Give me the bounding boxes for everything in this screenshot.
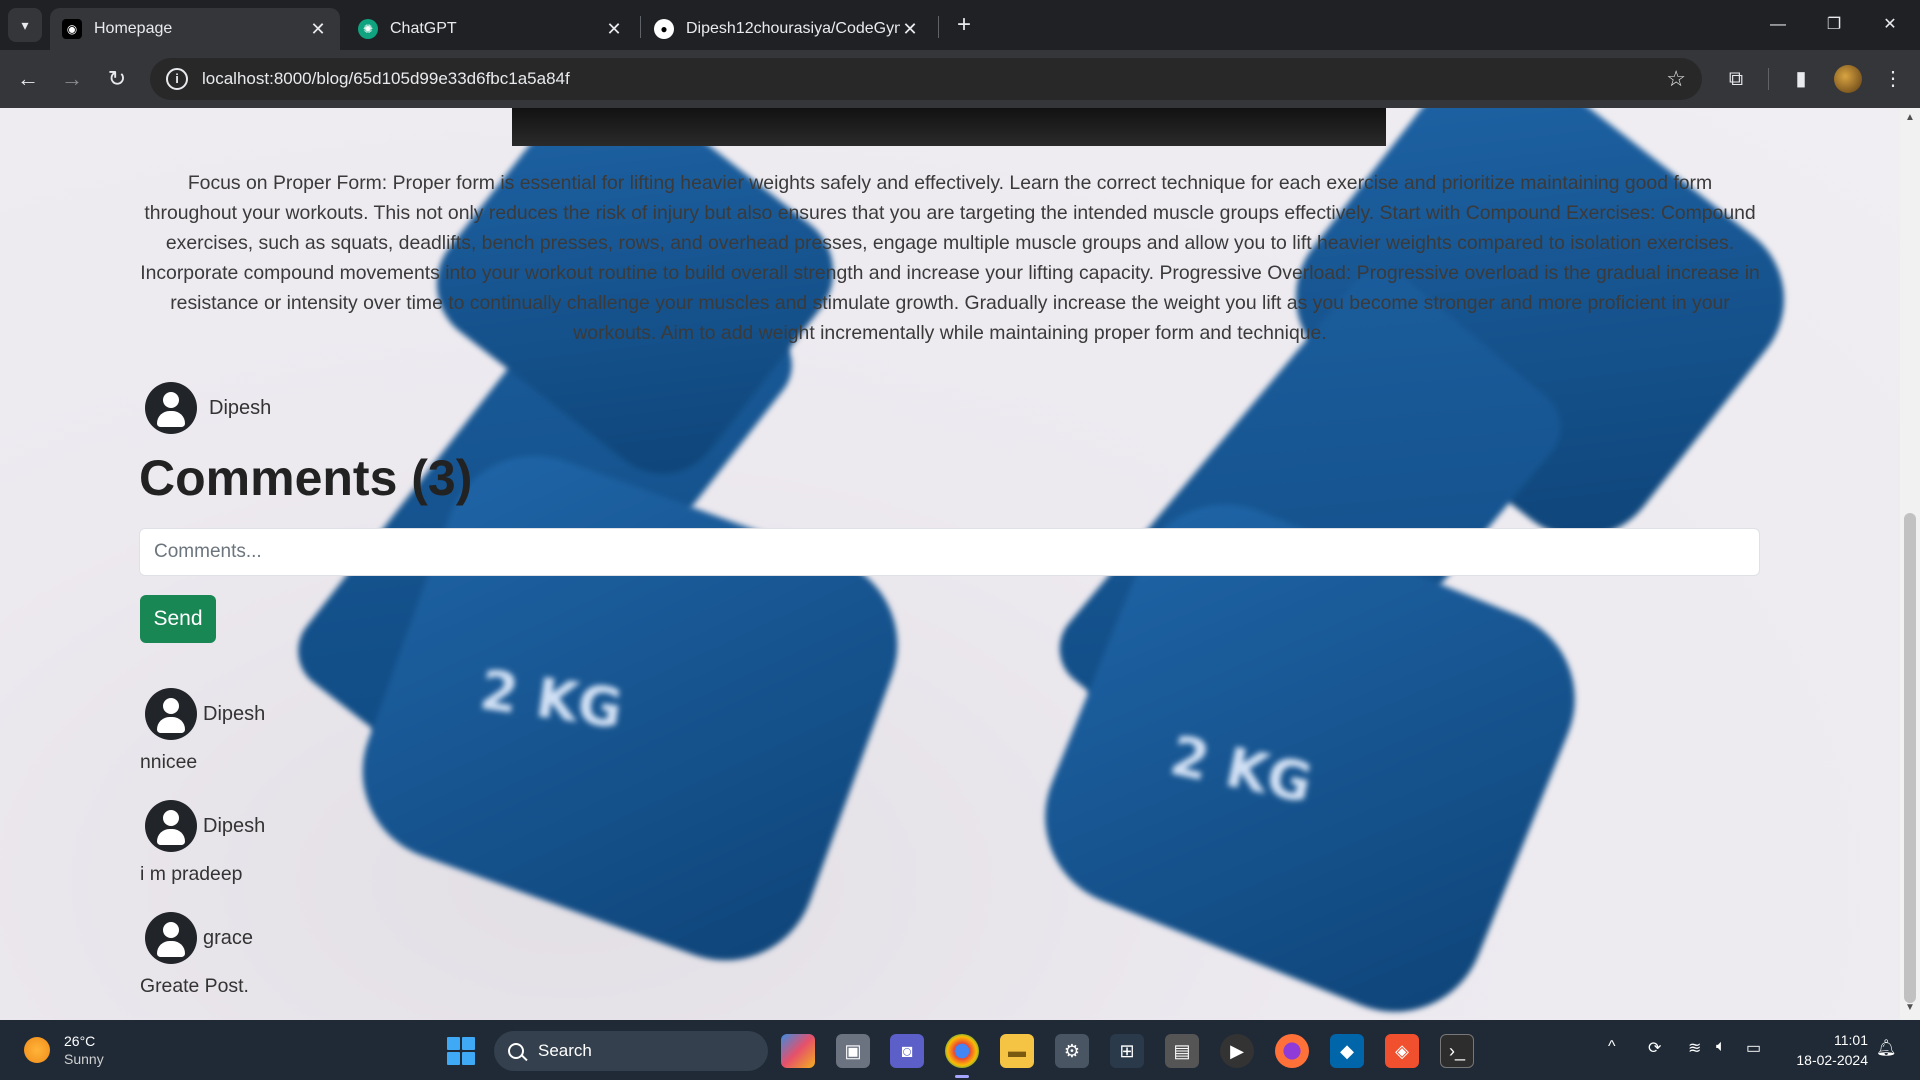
media-player-icon[interactable]: ▶ bbox=[1220, 1034, 1254, 1068]
comments-heading: Comments (3) bbox=[139, 450, 473, 506]
bookmark-star-icon[interactable]: ☆ bbox=[1666, 66, 1686, 92]
forward-button[interactable]: → bbox=[56, 63, 88, 95]
close-icon[interactable]: ✕ bbox=[604, 19, 624, 40]
post-body-text: Focus on Proper Form: Proper form is ess… bbox=[140, 172, 1760, 344]
comment-text: i m pradeep bbox=[140, 863, 243, 885]
sun-icon bbox=[24, 1037, 50, 1063]
sync-icon[interactable]: ⟳ bbox=[1648, 1038, 1661, 1058]
user-avatar-icon bbox=[145, 382, 197, 434]
tab-title: Homepage bbox=[94, 20, 173, 37]
close-window-button[interactable]: ✕ bbox=[1870, 10, 1910, 40]
chatgpt-icon: ✺ bbox=[358, 19, 378, 39]
chevron-up-icon[interactable]: ^ bbox=[1608, 1038, 1616, 1056]
microsoft-store-icon[interactable]: ⊞ bbox=[1110, 1034, 1144, 1068]
chrome-icon[interactable] bbox=[945, 1034, 979, 1078]
user-avatar-icon bbox=[145, 912, 197, 964]
user-avatar-icon bbox=[145, 688, 197, 740]
clock[interactable]: 11:01 18-02-2024 bbox=[1784, 1030, 1868, 1070]
weather-widget[interactable]: 26°C Sunny bbox=[24, 1032, 104, 1068]
terminal-icon[interactable]: ›_ bbox=[1440, 1034, 1474, 1068]
vscode-icon[interactable]: ◆ bbox=[1330, 1034, 1364, 1068]
user-avatar-icon bbox=[145, 800, 197, 852]
firefox-icon[interactable] bbox=[1275, 1034, 1309, 1068]
comment-text: Greate Post. bbox=[140, 975, 249, 997]
windows-start-icon[interactable] bbox=[447, 1037, 475, 1065]
send-button[interactable]: Send bbox=[140, 595, 216, 643]
settings-gear-icon[interactable]: ⚙ bbox=[1055, 1034, 1089, 1068]
reload-button[interactable]: ↻ bbox=[101, 63, 133, 95]
file-explorer-icon[interactable]: ▬ bbox=[1000, 1034, 1034, 1068]
tab-divider bbox=[938, 16, 939, 38]
tab-homepage[interactable]: ◉ Homepage ✕ bbox=[50, 8, 340, 50]
extensions-icon[interactable]: ⧉ bbox=[1722, 65, 1750, 93]
comment-text: nnicee bbox=[140, 751, 198, 773]
close-icon[interactable]: ✕ bbox=[900, 19, 920, 40]
copilot-icon[interactable] bbox=[781, 1034, 815, 1068]
page-viewport: 2 KG 2 KG Focus on Proper Form: Proper f… bbox=[0, 108, 1900, 1020]
weather-condition: Sunny bbox=[64, 1051, 104, 1067]
tab-github[interactable]: ● Dipesh12chourasiya/CodeGym ✕ bbox=[642, 8, 932, 50]
close-icon[interactable]: ✕ bbox=[308, 19, 328, 40]
tab-title: Dipesh12chourasiya/CodeGym bbox=[686, 20, 900, 37]
tab-search-button[interactable]: ▾ bbox=[8, 8, 42, 42]
post-author: Dipesh bbox=[145, 382, 271, 434]
scanner-icon[interactable]: ▤ bbox=[1165, 1034, 1199, 1068]
search-label: Search bbox=[538, 1041, 592, 1060]
page-scrollbar[interactable]: ▲ ▼ bbox=[1900, 108, 1920, 1020]
clock-date: 18-02-2024 bbox=[1796, 1052, 1868, 1068]
back-button[interactable]: ← bbox=[12, 63, 44, 95]
minimize-button[interactable]: — bbox=[1758, 10, 1798, 40]
git-icon[interactable]: ◈ bbox=[1385, 1034, 1419, 1068]
menu-icon[interactable]: ⋮ bbox=[1879, 65, 1907, 93]
notification-bell-icon[interactable]: 🔔︎ bbox=[1876, 1038, 1896, 1058]
post-cover-image bbox=[512, 108, 1386, 146]
weather-temp: 26°C bbox=[64, 1033, 96, 1049]
search-icon bbox=[508, 1043, 524, 1059]
scroll-down-icon[interactable]: ▼ bbox=[1904, 1002, 1916, 1013]
site-info-icon[interactable]: i bbox=[166, 68, 188, 90]
comment-input[interactable] bbox=[139, 528, 1760, 576]
comment-author: Dipesh bbox=[203, 702, 266, 725]
comment-item: Dipesh bbox=[145, 800, 265, 852]
comment-item: Dipesh bbox=[145, 688, 265, 740]
volume-icon[interactable]: 🔈︎ bbox=[1716, 1038, 1726, 1056]
address-bar[interactable]: i localhost:8000/blog/65d105d99e33d6fbc1… bbox=[150, 58, 1702, 100]
browser-tab-strip: ▾ ◉ Homepage ✕ ✺ ChatGPT ✕ ● Dipesh12cho… bbox=[0, 0, 1920, 50]
browser-toolbar: ← → ↻ i localhost:8000/blog/65d105d99e33… bbox=[0, 50, 1920, 108]
comment-author: grace bbox=[203, 926, 254, 949]
tab-divider bbox=[640, 16, 641, 38]
author-name: Dipesh bbox=[209, 396, 272, 419]
clock-time: 11:01 bbox=[1834, 1032, 1868, 1048]
wifi-icon[interactable]: ≋ bbox=[1688, 1038, 1701, 1058]
toolbar-divider bbox=[1768, 68, 1769, 90]
profile-avatar[interactable] bbox=[1834, 65, 1862, 93]
comment-item: grace bbox=[145, 912, 253, 964]
teams-icon[interactable]: ◙ bbox=[890, 1034, 924, 1068]
windows-taskbar: 26°C Sunny Search ▣ ◙ ▬ ⚙ ⊞ ▤ ▶ ◆ ◈ ›_ ^… bbox=[0, 1020, 1920, 1080]
restore-button[interactable]: ❐ bbox=[1814, 10, 1854, 40]
comment-author: Dipesh bbox=[203, 814, 266, 837]
side-panel-icon[interactable]: ▮ bbox=[1787, 65, 1815, 93]
task-view-icon[interactable]: ▣ bbox=[836, 1034, 870, 1068]
url-text[interactable]: localhost:8000/blog/65d105d99e33d6fbc1a5… bbox=[202, 69, 1666, 89]
taskbar-search[interactable]: Search bbox=[494, 1031, 768, 1071]
page-favicon-icon: ◉ bbox=[62, 19, 82, 39]
battery-icon[interactable]: ▭ bbox=[1746, 1038, 1761, 1058]
tab-chatgpt[interactable]: ✺ ChatGPT ✕ bbox=[346, 8, 636, 50]
new-tab-button[interactable]: + bbox=[950, 12, 978, 40]
scroll-up-icon[interactable]: ▲ bbox=[1904, 112, 1916, 123]
github-icon: ● bbox=[654, 19, 674, 39]
tab-title: ChatGPT bbox=[390, 20, 457, 37]
scrollbar-thumb[interactable] bbox=[1904, 513, 1916, 1003]
chevron-down-icon: ▾ bbox=[21, 16, 29, 33]
